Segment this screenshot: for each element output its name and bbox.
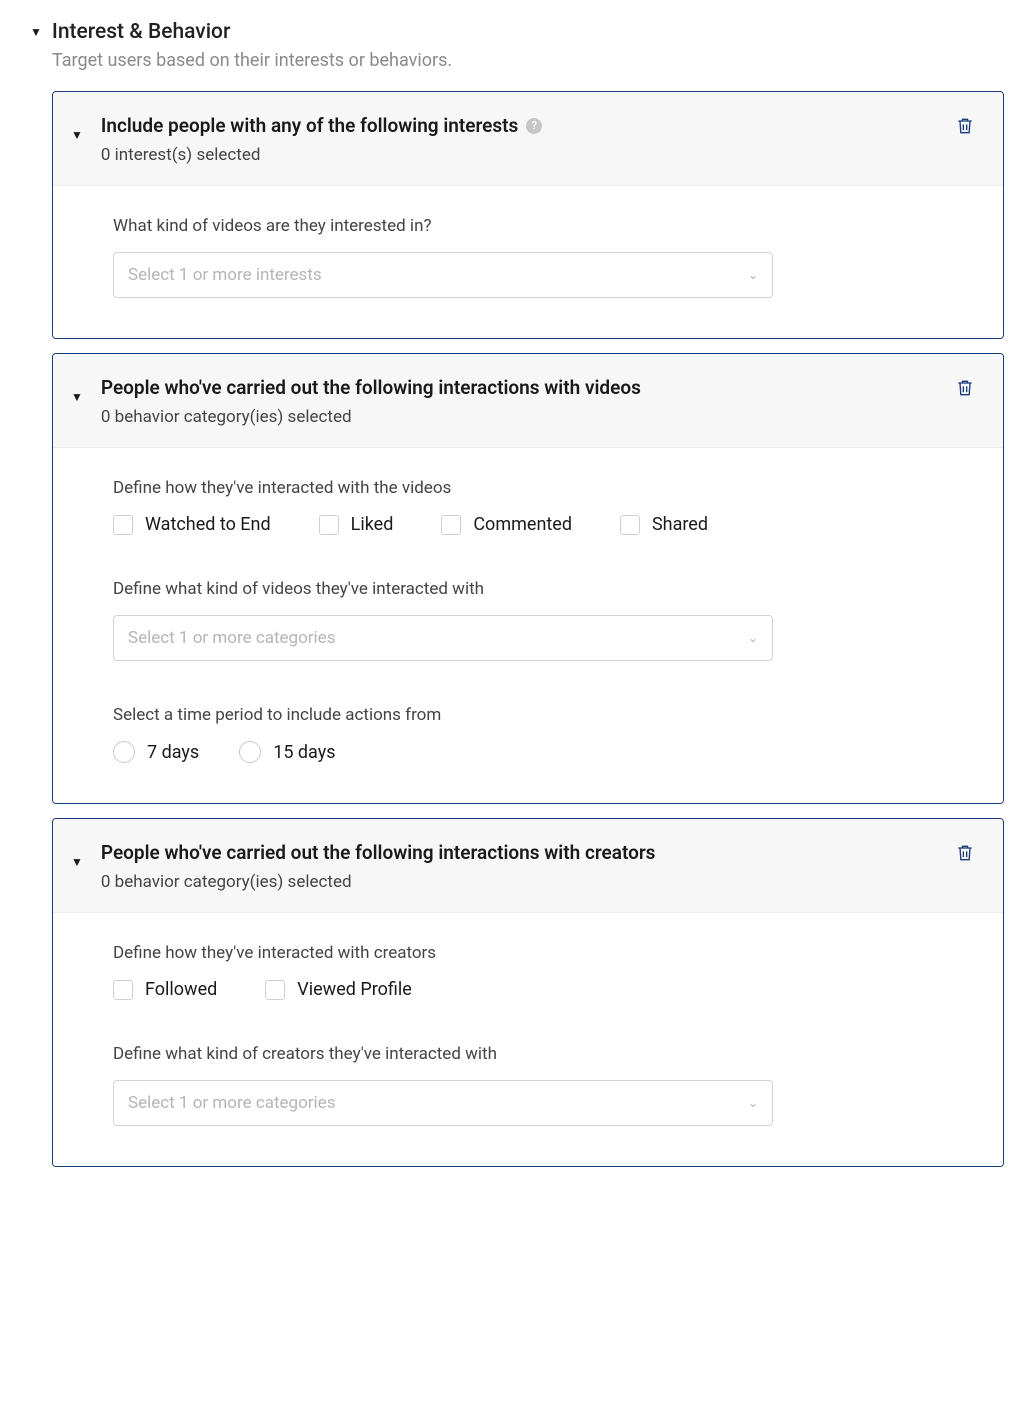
card-header-main: People who've carried out the following … — [101, 841, 935, 892]
field-label: Select a time period to include actions … — [113, 705, 943, 725]
card-creators: ▼ People who've carried out the followin… — [52, 818, 1004, 1167]
card-title: People who've carried out the following … — [101, 376, 935, 399]
checkbox-shared[interactable]: Shared — [620, 514, 708, 535]
card-sub: 0 interest(s) selected — [101, 145, 935, 165]
field-label: Define how they've interacted with creat… — [113, 943, 943, 963]
field-block-time-period: Select a time period to include actions … — [113, 705, 943, 763]
section-title: Interest & Behavior — [52, 20, 231, 44]
checkbox-box-icon — [319, 515, 339, 535]
caret-down-icon[interactable]: ▼ — [71, 855, 83, 869]
card-interests: ▼ Include people with any of the followi… — [52, 91, 1004, 339]
video-categories-select[interactable]: Select 1 or more categories ⌄ — [113, 615, 773, 661]
trash-icon — [955, 116, 975, 136]
interests-select[interactable]: Select 1 or more interests ⌄ — [113, 252, 773, 298]
card-body: Define how they've interacted with creat… — [53, 913, 1003, 1166]
radio-circle-icon — [239, 741, 261, 763]
checkbox-followed[interactable]: Followed — [113, 979, 217, 1000]
checkbox-commented[interactable]: Commented — [441, 514, 572, 535]
checkbox-watched[interactable]: Watched to End — [113, 514, 271, 535]
radio-15days[interactable]: 15 days — [239, 741, 335, 763]
delete-button[interactable] — [953, 114, 977, 141]
card-header-main: People who've carried out the following … — [101, 376, 935, 427]
radio-label: 15 days — [273, 742, 335, 763]
checkbox-label: Shared — [652, 514, 708, 535]
card-title-text: People who've carried out the following … — [101, 841, 656, 864]
card-title-text: Include people with any of the following… — [101, 114, 518, 137]
checkbox-box-icon — [620, 515, 640, 535]
help-icon[interactable]: ? — [526, 118, 542, 134]
field-label: Define what kind of creators they've int… — [113, 1044, 943, 1064]
field-block: What kind of videos are they interested … — [113, 216, 943, 298]
delete-button[interactable] — [953, 841, 977, 868]
checkbox-box-icon — [265, 980, 285, 1000]
card-title: People who've carried out the following … — [101, 841, 935, 864]
field-label: Define what kind of videos they've inter… — [113, 579, 943, 599]
checkbox-liked[interactable]: Liked — [319, 514, 394, 535]
card-header-videos: ▼ People who've carried out the followin… — [53, 354, 1003, 448]
field-block-interaction-type: Define how they've interacted with the v… — [113, 478, 943, 535]
field-block-creator-interaction: Define how they've interacted with creat… — [113, 943, 943, 1000]
chevron-down-icon: ⌄ — [748, 1096, 758, 1110]
card-body: Define how they've interacted with the v… — [53, 448, 1003, 803]
card-sub: 0 behavior category(ies) selected — [101, 872, 935, 892]
field-block-video-kind: Define what kind of videos they've inter… — [113, 579, 943, 661]
checkbox-box-icon — [441, 515, 461, 535]
checkbox-label: Followed — [145, 979, 217, 1000]
card-body: What kind of videos are they interested … — [53, 186, 1003, 338]
creator-categories-select[interactable]: Select 1 or more categories ⌄ — [113, 1080, 773, 1126]
radio-7days[interactable]: 7 days — [113, 741, 199, 763]
section-header: ▼ Interest & Behavior — [30, 20, 1004, 44]
checkbox-label: Liked — [351, 514, 394, 535]
field-block-creator-kind: Define what kind of creators they've int… — [113, 1044, 943, 1126]
trash-icon — [955, 843, 975, 863]
caret-down-icon[interactable]: ▼ — [71, 390, 83, 404]
select-placeholder: Select 1 or more interests — [128, 265, 322, 285]
card-title: Include people with any of the following… — [101, 114, 935, 137]
card-sub: 0 behavior category(ies) selected — [101, 407, 935, 427]
chevron-down-icon: ⌄ — [748, 268, 758, 282]
radio-row: 7 days 15 days — [113, 741, 943, 763]
trash-icon — [955, 378, 975, 398]
checkbox-label: Viewed Profile — [297, 979, 412, 1000]
select-placeholder: Select 1 or more categories — [128, 1093, 335, 1113]
checkbox-label: Watched to End — [145, 514, 271, 535]
radio-label: 7 days — [147, 742, 199, 763]
card-title-text: People who've carried out the following … — [101, 376, 641, 399]
radio-circle-icon — [113, 741, 135, 763]
card-header-creators: ▼ People who've carried out the followin… — [53, 819, 1003, 913]
checkbox-box-icon — [113, 980, 133, 1000]
section-subtitle: Target users based on their interests or… — [52, 50, 1004, 71]
field-label: Define how they've interacted with the v… — [113, 478, 943, 498]
caret-down-icon[interactable]: ▼ — [30, 25, 42, 39]
checkbox-row: Followed Viewed Profile — [113, 979, 943, 1000]
checkbox-box-icon — [113, 515, 133, 535]
card-header-main: Include people with any of the following… — [101, 114, 935, 165]
checkbox-viewed-profile[interactable]: Viewed Profile — [265, 979, 412, 1000]
field-label: What kind of videos are they interested … — [113, 216, 943, 236]
card-header-interests: ▼ Include people with any of the followi… — [53, 92, 1003, 186]
checkbox-row: Watched to End Liked Commented Shared — [113, 514, 943, 535]
chevron-down-icon: ⌄ — [748, 631, 758, 645]
select-placeholder: Select 1 or more categories — [128, 628, 335, 648]
card-videos: ▼ People who've carried out the followin… — [52, 353, 1004, 804]
checkbox-label: Commented — [473, 514, 572, 535]
caret-down-icon[interactable]: ▼ — [71, 128, 83, 142]
delete-button[interactable] — [953, 376, 977, 403]
